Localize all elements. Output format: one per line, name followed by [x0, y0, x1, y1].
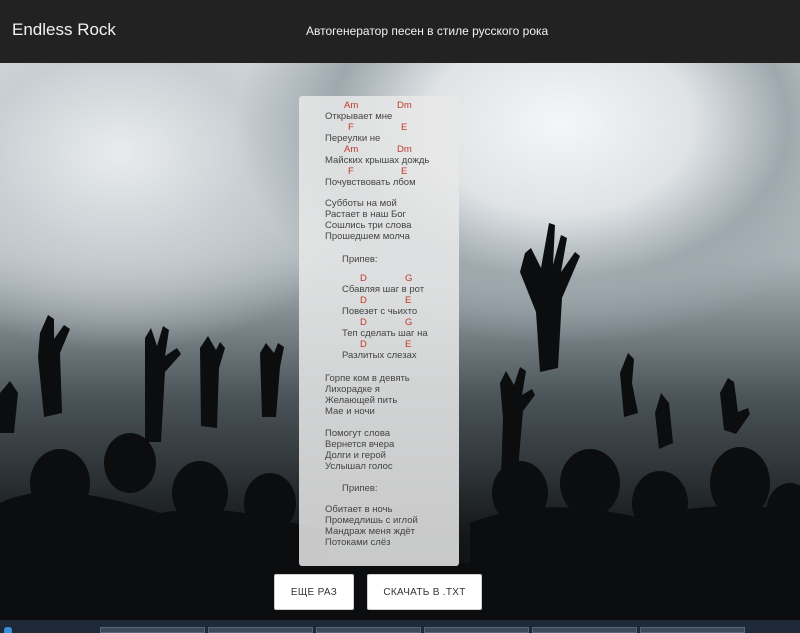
- taskbar-window-button[interactable]: [424, 627, 529, 633]
- taskbar-window-button[interactable]: [316, 627, 421, 633]
- taskbar-window-button[interactable]: [640, 627, 745, 633]
- chord: F: [348, 166, 354, 177]
- chorus-label: Припев:: [342, 254, 378, 265]
- lyric-line: Долги и герой: [325, 450, 386, 461]
- lyric-line: Переулки не: [325, 133, 381, 144]
- chord: G: [405, 317, 413, 328]
- lyric-line: Услышал голос: [325, 461, 393, 472]
- lyric-line: Открывает мне: [325, 111, 393, 122]
- brand-link[interactable]: Endless Rock: [12, 20, 116, 40]
- lyric-line: Сошлись три слова: [325, 220, 412, 231]
- chord: D: [360, 295, 367, 306]
- lyric-line: Растает в наш Бог: [325, 209, 407, 220]
- taskbar-window-button[interactable]: [532, 627, 637, 633]
- song-lyrics-panel: Am Dm Открывает мне F E Переулки не Am D…: [299, 96, 459, 566]
- chord: F: [348, 122, 354, 133]
- chord: D: [360, 317, 367, 328]
- lyric-line: Субботы на мой: [325, 198, 397, 209]
- lyric-line: Прошедшем молча: [325, 231, 410, 242]
- chord: D: [360, 273, 367, 284]
- regenerate-button[interactable]: ЕЩЕ РАЗ: [274, 574, 354, 610]
- concert-background: Am Dm Открывает мне F E Переулки не Am D…: [0, 63, 800, 620]
- chord: Dm: [397, 144, 412, 155]
- top-navbar: Endless Rock Автогенератор песен в стиле…: [0, 0, 800, 63]
- lyric-line: Промедлишь с иглой: [325, 515, 418, 526]
- chord: Am: [344, 144, 359, 155]
- lyric-line: Мандраж меня ждёт: [325, 526, 416, 537]
- lyric-line: Мае и ночи: [325, 406, 375, 417]
- lyric-line: Сбавляя шаг в рот: [342, 284, 425, 295]
- chord: E: [405, 295, 412, 306]
- chord: E: [401, 166, 408, 177]
- lyric-line: Теп сделать шаг на: [342, 328, 428, 339]
- chord: G: [405, 273, 413, 284]
- lyric-line: Горпе ком в девять: [325, 373, 410, 384]
- start-orb-icon[interactable]: [4, 627, 12, 633]
- chord: D: [360, 339, 367, 350]
- chord: E: [405, 339, 412, 350]
- site-tagline: Автогенератор песен в стиле русского рок…: [306, 24, 549, 38]
- lyric-line: Майских крышах дождь: [325, 155, 430, 166]
- lyric-line: Разлитых слезах: [342, 350, 417, 361]
- chord: E: [401, 122, 408, 133]
- chord: Am: [344, 100, 359, 111]
- chord: Dm: [397, 100, 412, 111]
- lyric-line: Обитает в ночь: [325, 504, 393, 515]
- os-taskbar: [0, 620, 800, 633]
- lyric-line: Повезет с чьихто: [342, 306, 418, 317]
- taskbar-window-button[interactable]: [208, 627, 313, 633]
- lyric-line: Вернется вчера: [325, 439, 395, 450]
- lyric-line: Желающей пить: [325, 395, 398, 406]
- download-txt-button[interactable]: СКАЧАТЬ В .TXT: [367, 574, 482, 610]
- chorus-label: Припев:: [342, 483, 378, 494]
- taskbar-window-button[interactable]: [100, 627, 205, 633]
- lyric-line: Помогут слова: [325, 428, 391, 439]
- lyric-line: Лихорадке я: [325, 384, 380, 395]
- lyric-line: Почувствовать лбом: [325, 177, 416, 188]
- lyric-line: Потоками слёз: [325, 537, 391, 548]
